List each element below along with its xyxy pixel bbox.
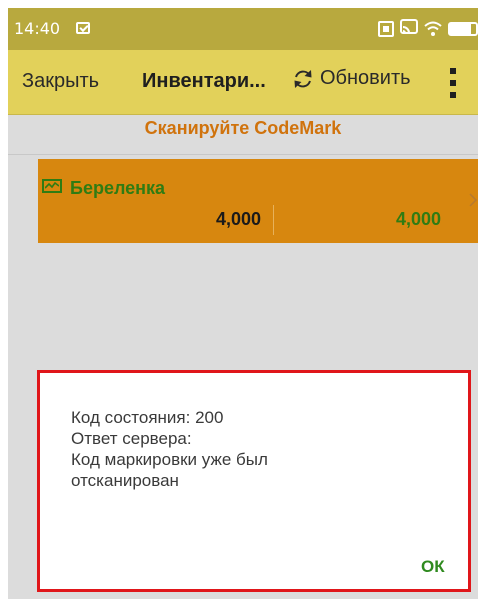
divider — [8, 154, 478, 155]
dialog-message-line: Код маркировки уже был — [71, 450, 268, 469]
refresh-label: Обновить — [320, 67, 411, 89]
chevron-right-icon — [468, 193, 478, 207]
dialog-message-line: отсканирован — [71, 471, 179, 490]
item-qty-counted: 4,000 — [396, 209, 442, 229]
dialog-server-response-label: Ответ сервера: — [71, 429, 192, 448]
wifi-icon — [424, 21, 442, 37]
overflow-menu-icon[interactable] — [449, 68, 457, 98]
app-toolbar: Закрыть Инвентари... Обновить — [8, 50, 478, 115]
status-icons — [378, 18, 478, 40]
status-bar: 14:40 — [8, 8, 478, 50]
notification-icon — [76, 22, 90, 34]
refresh-button[interactable]: Обновить — [292, 67, 411, 90]
screenshot-icon — [378, 21, 394, 37]
product-icon — [42, 179, 62, 193]
alert-dialog: Код состояния: 200 Ответ сервера: Код ма… — [37, 370, 471, 592]
item-name: Береленка — [70, 178, 166, 198]
item-qty-expected: 4,000 — [216, 209, 262, 229]
list-item[interactable]: Береленка 4,000 4,000 — [38, 159, 478, 243]
ok-button[interactable]: ОК — [421, 557, 445, 577]
column-separator — [273, 205, 274, 235]
dialog-status-code: Код состояния: 200 — [71, 408, 224, 427]
status-time: 14:40 — [14, 19, 61, 38]
cast-icon — [400, 18, 418, 40]
battery-icon — [448, 22, 478, 36]
scan-prompt: Сканируйте CodeMark — [144, 118, 342, 138]
dialog-message: Код состояния: 200 Ответ сервера: Код ма… — [71, 407, 431, 491]
page-title: Инвентари... — [142, 70, 266, 92]
phone-screen: 14:40 Закрыть Инвентари... Обновить Скан… — [8, 8, 478, 599]
close-button[interactable]: Закрыть — [22, 70, 99, 93]
refresh-icon — [292, 68, 314, 90]
